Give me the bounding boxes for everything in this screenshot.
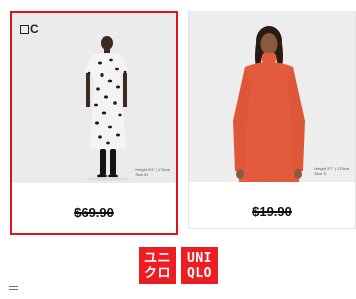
model-size: Size M	[135, 172, 148, 177]
brand-tag-label: C	[30, 22, 40, 36]
model-photo-dress	[12, 13, 176, 183]
logo-latin-line1: UNI	[187, 251, 212, 266]
product-card-turtleneck[interactable]: Height 5'7" | 170cm Size S $19.90	[188, 11, 356, 229]
logo-katakana-line1: ユニ	[143, 251, 171, 266]
model-photo-turtleneck	[189, 11, 355, 182]
product-price: $69.90	[74, 205, 114, 220]
menu-icon-bar	[9, 286, 18, 287]
logo-katakana-line2: クロ	[143, 266, 171, 281]
model-size-note: Height 5'7" | 170cm Size S	[314, 166, 349, 176]
menu-icon-bar	[9, 289, 18, 290]
product-image-dress[interactable]: C Height 5'9" | 175cm Size M	[12, 13, 176, 183]
product-page: C Height 5'9" | 175cm Size M $69.90 Heig…	[0, 0, 356, 299]
menu-icon[interactable]	[9, 286, 18, 291]
model-size-note: Height 5'9" | 175cm Size M	[135, 167, 170, 177]
model-size: Size S	[314, 171, 326, 176]
uniqlo-logo-katakana[interactable]: ユニ クロ	[139, 247, 176, 284]
product-price: $19.90	[252, 204, 292, 219]
brand-tag: C	[20, 22, 39, 36]
brand-tag-icon	[20, 25, 29, 34]
uniqlo-logo-latin[interactable]: UNI QLO	[181, 247, 218, 284]
product-image-turtleneck[interactable]: Height 5'7" | 170cm Size S	[189, 11, 355, 182]
product-card-dress[interactable]: C Height 5'9" | 175cm Size M $69.90	[10, 11, 178, 235]
logo-latin-line2: QLO	[187, 266, 212, 281]
